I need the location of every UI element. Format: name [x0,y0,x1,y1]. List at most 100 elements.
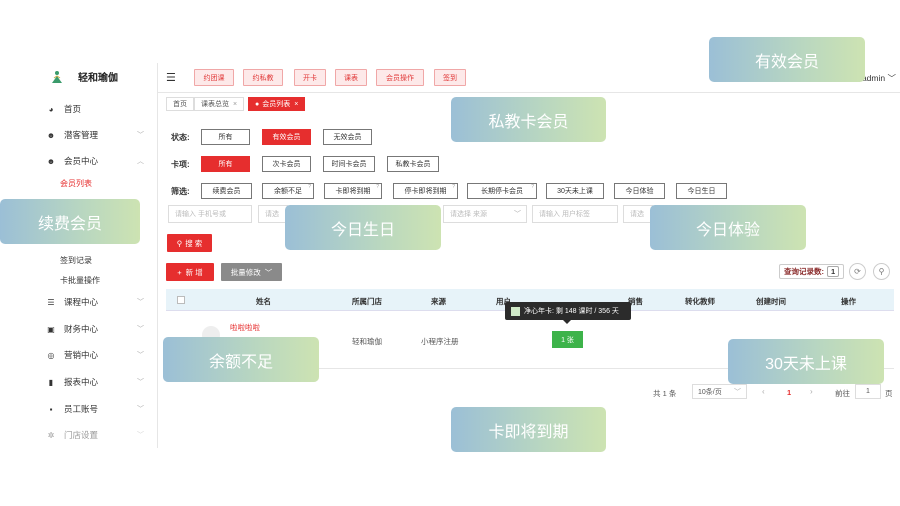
record-count-label: 查询记录数: [784,267,824,276]
status-filter-label: 状态: [171,133,190,142]
screen-renewal-option[interactable]: 续费会员 [201,183,252,199]
close-icon[interactable]: × [233,101,237,108]
tag-search-input[interactable]: 请输入 用户标签 [532,205,618,223]
member-name[interactable]: 啦啦啦啦 [230,322,260,333]
logo-icon [50,70,64,84]
finance-icon: ▣ [47,324,55,334]
lock-icon: ▪ [49,404,53,414]
sidebar-item-label: 报表中心 [64,377,99,387]
screen-birthday-today-option[interactable]: 今日生日 [676,183,727,199]
column-header-actions: 操作 [841,297,856,306]
sidebar-subitem-batch-card[interactable]: 卡批量操作 [60,275,100,286]
settings-icon: ✲ [47,430,55,440]
refresh-icon[interactable]: ⟳ [849,263,866,280]
breadcrumb-home[interactable]: 首页 [166,97,194,111]
batch-edit-button[interactable]: 批量修改 ﹀ [221,263,282,281]
overlay-tag-private-card: 私教卡会员 [451,97,606,142]
book-private-class-button[interactable]: 约私教 [243,69,283,86]
sidebar-item-members[interactable]: ☻ 会员中心 ︿ [46,153,150,169]
breadcrumb-schedule[interactable]: 课表总览 × [194,97,245,111]
user-icon: ☻ [46,130,56,140]
chevron-down-icon: ﹀ [137,299,144,306]
screen-long-pause-option[interactable]: 长期停卡会员? [467,183,537,199]
sidebar-subitem-checkin[interactable]: 签到记录 [60,255,92,266]
target-icon: ◎ [47,350,55,360]
sidebar-item-reports[interactable]: ▮ 报表中心 ﹀ [46,374,150,390]
select-all-checkbox[interactable] [177,296,185,304]
chevron-down-icon: ﹀ [734,388,741,396]
checkin-button[interactable]: 签到 [434,69,466,86]
goto-page-input[interactable]: 1 [855,384,881,399]
card-private-option[interactable]: 私教卡会员 [387,156,439,172]
record-count-value: 1 [827,266,840,277]
tooltip-text: 净心年卡: 剩 148 课时 / 356 天 [524,308,619,315]
select-input[interactable]: 请选 [258,205,288,223]
option-label: 长期停卡会员 [481,188,523,195]
chevron-up-icon: ︿ [137,158,144,165]
info-icon: ? [452,184,455,190]
chevron-down-icon: ﹀ [264,267,273,277]
book-group-class-button[interactable]: 约团课 [194,69,234,86]
user-icon: ☻ [46,156,56,166]
chevron-down-icon: ﹀ [514,211,521,218]
page-size-select[interactable]: 10条/页 ﹀ [692,384,747,399]
username: admin [861,73,886,83]
option-label: 停卡即将到期 [404,188,447,195]
search-button[interactable]: ⚲ 搜 索 [167,234,212,252]
screen-low-balance-option[interactable]: 余额不足? [262,183,314,199]
close-icon[interactable]: × [294,101,298,108]
overlay-tag-low-balance: 余额不足 [163,337,319,382]
open-card-button[interactable]: 开卡 [294,69,326,86]
status-all-option[interactable]: 所有 [201,129,250,145]
breadcrumb-label: 课表总览 [201,101,229,108]
sidebar-item-marketing[interactable]: ◎ 营销中心 ﹀ [46,347,150,363]
schedule-button[interactable]: 课表 [335,69,367,86]
card-tooltip: 净心年卡: 剩 148 课时 / 356 天 [505,302,631,324]
sidebar-item-finance[interactable]: ▣ 财务中心 ﹀ [46,321,150,337]
screen-trial-today-option[interactable]: 今日体验 [614,183,665,199]
pager-total: 共 1 条 [653,389,677,398]
status-active-option[interactable]: 有效会员 [262,129,311,145]
card-count-option[interactable]: 次卡会员 [262,156,311,172]
overlay-tag-active-members: 有效会员 [709,37,865,82]
record-count: 查询记录数: 1 [779,264,845,279]
card-all-option[interactable]: 所有 [201,156,250,172]
card-count-badge[interactable]: 1 张 [552,331,583,348]
plus-icon: + [177,267,182,277]
sidebar-item-home[interactable]: ◕ 首页 [46,101,150,117]
member-source: 小程序注册 [421,337,459,346]
column-header-name: 姓名 [256,297,271,306]
source-select[interactable]: 请选择 来源 ﹀ [443,205,527,223]
member-store: 轻和瑜伽 [352,337,382,346]
column-header-created: 创建时间 [756,297,786,306]
overlay-tag-expiring: 卡即将到期 [451,407,606,452]
chevron-down-icon: ﹀ [137,379,144,386]
sidebar-item-courses[interactable]: ☰ 课程中心 ﹀ [46,294,150,310]
status-inactive-option[interactable]: 无效会员 [323,129,372,145]
sidebar-subitem-member-list[interactable]: 会员列表 [60,178,92,189]
user-menu[interactable]: admin ﹀ [862,72,896,84]
search-icon[interactable]: ⚲ [873,263,890,280]
sidebar-item-store-settings[interactable]: ✲ 门店设置 ﹀ [46,427,150,443]
sidebar-item-leads[interactable]: ☻ 潜客管理 ﹀ [46,127,150,143]
add-button[interactable]: + 新 增 [166,263,214,281]
current-page[interactable]: 1 [787,388,791,397]
button-label: 新 增 [185,267,203,277]
screen-card-expiring-option[interactable]: 卡即将到期? [324,183,382,199]
menu-toggle-icon[interactable]: ☰ [166,71,176,84]
select-input-2[interactable]: 请选 [623,205,653,223]
overlay-tag-birthday: 今日生日 [285,205,441,250]
chevron-down-icon: ﹀ [137,132,144,139]
breadcrumb-member-list[interactable]: ● 会员列表 × [248,97,306,111]
next-page-icon[interactable]: › [810,387,813,396]
sidebar-item-label: 课程中心 [64,297,99,307]
card-time-option[interactable]: 时间卡会员 [323,156,375,172]
phone-search-input[interactable]: 请输入 手机号或 [168,205,252,223]
member-operations-button[interactable]: 会员操作 [376,69,424,86]
prev-page-icon[interactable]: ‹ [762,387,765,396]
screen-30days-option[interactable]: 30天未上课 [546,183,604,199]
chevron-down-icon: ﹀ [137,406,144,413]
sidebar-item-staff[interactable]: ▪ 员工账号 ﹀ [46,401,150,417]
screen-pause-expiring-option[interactable]: 停卡即将到期? [393,183,458,199]
search-icon: ⚲ [176,238,183,248]
